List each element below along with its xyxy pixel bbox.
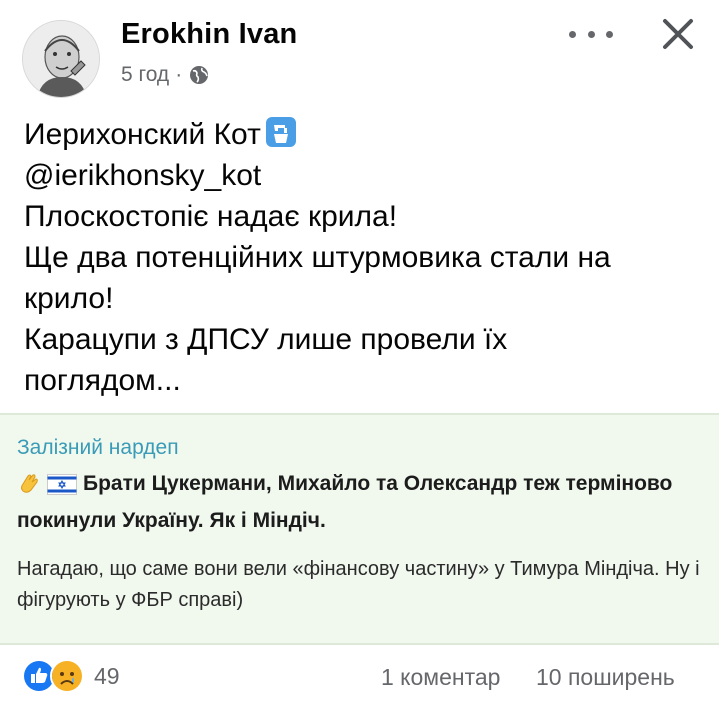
more-icon-dot [606, 30, 613, 38]
avatar-image [23, 21, 99, 97]
post-time[interactable]: 5 год [121, 63, 169, 87]
comments-link[interactable]: 1 коментар [381, 664, 500, 691]
waving-hand-emoji [17, 471, 41, 505]
close-icon [663, 19, 693, 49]
shares-link[interactable]: 10 поширень [536, 664, 675, 691]
more-options-button[interactable] [569, 22, 613, 46]
post-line: Ще два потенційних штурмовика стали на [24, 241, 611, 274]
post-line: крило! [24, 282, 114, 315]
reactions-summary[interactable]: 49 [22, 659, 120, 693]
post-line: Карацупи з ДПСУ лише провели їх [24, 323, 508, 356]
post-line: Иерихонский Кот [24, 114, 704, 155]
post-footer: 49 1 коментар 10 поширень [0, 650, 719, 700]
post-header: Erokhin Ivan 5 год · [0, 0, 719, 100]
post-line: поглядом... [24, 364, 181, 397]
author-name[interactable]: Erokhin Ivan [121, 18, 297, 51]
quote-headline-text: Брати Цукермани, Михайло та Олександр те… [17, 472, 673, 532]
reaction-count: 49 [94, 662, 120, 689]
avatar[interactable] [22, 20, 100, 98]
quote-headline: Брати Цукермани, Михайло та Олександр те… [17, 468, 707, 537]
post-meta: 5 год · [121, 63, 210, 87]
globe-icon [188, 64, 210, 86]
post-line: Плоскостопіє надає крила! [24, 200, 398, 233]
more-icon [569, 30, 576, 38]
more-icon-dot [587, 30, 595, 38]
sad-reaction-icon [50, 659, 84, 693]
shared-image-card[interactable]: Залізний нардеп Брати Цукермани, Михайло… [0, 413, 719, 645]
quote-body: Нагадаю, що саме вони вели «фінансову ча… [17, 558, 700, 611]
israel-flag-emoji [47, 473, 77, 505]
potable-water-emoji [265, 116, 297, 148]
meta-separator: · [175, 63, 183, 86]
post-line-text: Иерихонский Кот [24, 118, 261, 151]
quote-channel-title: Залізний нардеп [17, 436, 179, 459]
post-text: Иерихонский Кот @ierikhonsky_kot Плоскос… [24, 114, 704, 401]
post-line[interactable]: @ierikhonsky_kot [24, 155, 704, 196]
close-button[interactable] [658, 14, 698, 54]
